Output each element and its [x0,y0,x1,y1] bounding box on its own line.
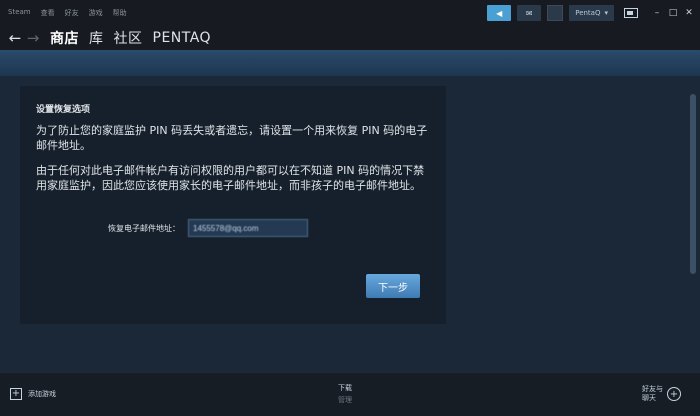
nav-links: 商店 库 社区 PENTAQ [50,28,211,48]
friends-chat-label: 好友与 聊天 [642,385,663,403]
downloads-label: 下载 [338,384,352,392]
add-game-button[interactable]: + 添加游戏 [10,388,56,400]
plus-icon: + [10,388,22,400]
next-button[interactable]: 下一步 [366,274,420,298]
email-label: 恢复电子邮件地址： [108,223,180,233]
nav-store[interactable]: 商店 [50,28,79,48]
dialog-paragraph-2: 由于任何对此电子邮件帐户有访问权限的用户都可以在不知道 PIN 码的情况下禁用家… [36,164,425,192]
notifications-button[interactable]: ✉ [517,5,542,21]
add-game-label: 添加游戏 [28,390,56,398]
dialog-title: 设置恢复选项 [36,105,91,115]
account-menu[interactable]: PentaQ ▾ [569,5,614,21]
mail-icon: ✉ [525,8,533,18]
friends-chat-button[interactable]: 好友与 聊天 + [642,385,681,403]
account-name: PentaQ [575,9,601,17]
bottom-bar: + 添加游戏 下载 管理 好友与 聊天 + [0,372,700,416]
back-arrow-icon[interactable]: ← [6,29,24,47]
recovery-email-input[interactable] [188,219,308,237]
dialog-paragraph-1: 为了防止您的家庭监护 PIN 码丢失或者遗忘，请设置一个用来恢复 PIN 码的电… [36,124,428,152]
nav-community[interactable]: 社区 [114,28,143,48]
menu-help[interactable]: 帮助 [113,8,127,18]
maximize-icon[interactable]: □ [668,8,678,18]
add-friend-icon: + [667,387,681,401]
menu-view[interactable]: 查看 [41,8,55,18]
email-field-row: 恢复电子邮件地址： [108,219,308,237]
menu-games[interactable]: 游戏 [89,8,103,18]
scrollbar[interactable] [690,94,696,274]
menu-friends[interactable]: 好友 [65,8,79,18]
manage-label: 管理 [338,396,352,404]
chevron-down-icon: ▾ [604,9,608,17]
menu-bar: Steam 查看 好友 游戏 帮助 [0,8,127,18]
menu-steam[interactable]: Steam [8,8,31,18]
nav-profile[interactable]: PENTAQ [153,30,212,46]
content-header-band [0,50,700,76]
title-bar: Steam 查看 好友 游戏 帮助 ◀ ✉ PentaQ ▾ – □ ✕ [0,0,700,26]
nav-library[interactable]: 库 [89,28,104,48]
friends-chat-line1: 好友与 [642,385,663,393]
megaphone-icon: ◀ [496,8,503,18]
big-picture-icon[interactable] [624,8,638,18]
titlebar-controls: ◀ ✉ PentaQ ▾ – □ ✕ [487,5,694,21]
recovery-options-dialog: 设置恢复选项 为了防止您的家庭监护 PIN 码丢失或者遗忘，请设置一个用来恢复 … [20,86,446,324]
close-icon[interactable]: ✕ [684,8,694,18]
announcements-button[interactable]: ◀ [487,5,512,21]
forward-arrow-icon[interactable]: → [24,29,42,47]
downloads-button[interactable]: 下载 管理 [338,383,352,405]
nav-bar: ← → 商店 库 社区 PENTAQ [0,26,700,50]
avatar[interactable] [547,5,564,21]
window-controls: – □ ✕ [652,8,694,18]
friends-chat-line2: 聊天 [642,394,656,402]
minimize-icon[interactable]: – [652,8,662,18]
